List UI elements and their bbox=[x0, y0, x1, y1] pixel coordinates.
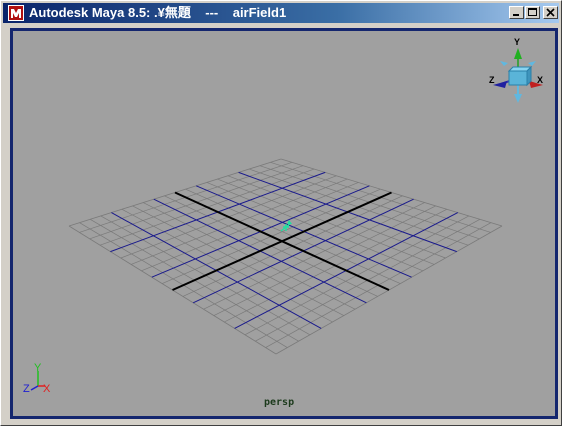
axis-z-label: Z bbox=[23, 383, 30, 395]
perspective-viewport[interactable]: Y X Z Y X Z persp bbox=[10, 28, 558, 419]
view-cube-x-label: X bbox=[537, 75, 543, 85]
close-icon bbox=[546, 8, 555, 17]
maximize-icon bbox=[528, 8, 537, 16]
grid-minor-lines bbox=[68, 158, 503, 355]
maximize-button[interactable] bbox=[525, 6, 540, 19]
scene-canvas[interactable]: Y X Z Y X Z bbox=[13, 31, 555, 416]
axis-y-label: Y bbox=[34, 362, 42, 374]
minimize-icon bbox=[513, 14, 519, 16]
title-bar[interactable]: Autodesk Maya 8.5: .¥無題 --- airField1 bbox=[3, 3, 559, 23]
view-cube-y-label: Y bbox=[514, 37, 520, 47]
maya-app-icon bbox=[8, 5, 24, 21]
axis-indicator-icon: Y X Z bbox=[23, 362, 51, 395]
grid-origin-axes bbox=[172, 191, 392, 291]
minimize-button[interactable] bbox=[509, 6, 524, 19]
maya-window: Autodesk Maya 8.5: .¥無題 --- airField1 Y … bbox=[0, 0, 562, 426]
close-button[interactable] bbox=[543, 6, 558, 19]
window-title: Autodesk Maya 8.5: .¥無題 --- airField1 bbox=[29, 5, 287, 20]
axis-x-label: X bbox=[43, 383, 51, 395]
view-cube-z-label: Z bbox=[489, 75, 495, 85]
camera-label: persp bbox=[264, 397, 295, 408]
view-cube-icon[interactable]: Y X Z bbox=[489, 37, 543, 103]
